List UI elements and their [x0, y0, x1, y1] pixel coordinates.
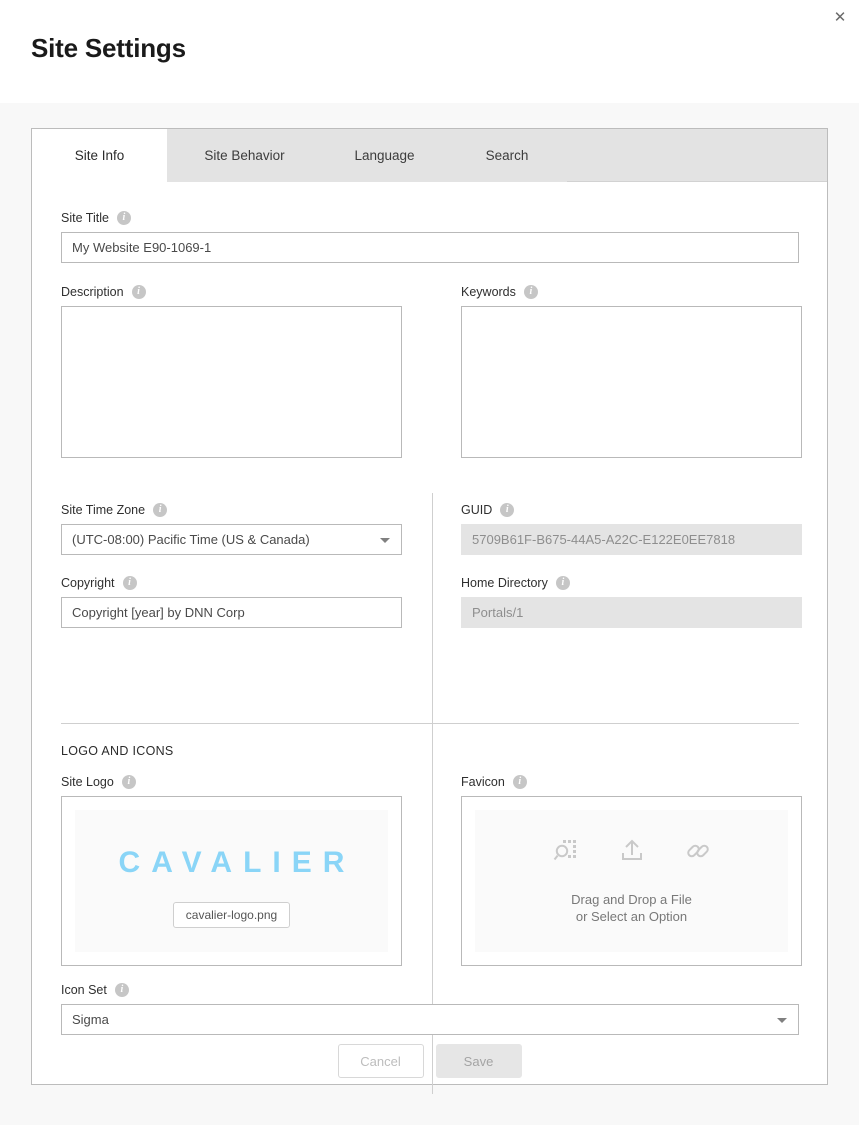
home-directory-label: Home Directory [461, 576, 548, 590]
description-label: Description [61, 285, 124, 299]
field-keywords: Keywords i [461, 285, 802, 463]
field-favicon: Favicon i Drag and Drop a File or Select… [461, 775, 802, 966]
upload-icon[interactable] [619, 838, 645, 869]
copyright-label: Copyright [61, 576, 115, 590]
favicon-dropzone[interactable]: Drag and Drop a File or Select an Option [461, 796, 802, 966]
save-button[interactable]: Save [435, 1044, 522, 1078]
icon-set-select-wrap: Sigma [61, 1004, 799, 1035]
tab-label: Language [354, 148, 415, 163]
guid-label: GUID [461, 503, 493, 517]
field-icon-set: Icon Set i Sigma [61, 983, 799, 1035]
field-guid: GUID i [461, 503, 802, 555]
field-site-logo: Site Logo i CAVALIER cavalier-logo.png [61, 775, 402, 966]
info-icon[interactable]: i [121, 775, 136, 789]
selected-value: Sigma [72, 1012, 109, 1027]
dialog-header: Site Settings ✕ [0, 0, 859, 103]
info-icon[interactable]: i [512, 775, 527, 789]
favicon-dropzone-text: Drag and Drop a File or Select an Option [571, 891, 692, 925]
site-title-input[interactable] [61, 232, 799, 263]
link-icon[interactable] [685, 838, 711, 869]
info-icon[interactable]: i [523, 285, 538, 299]
tab-language[interactable]: Language [322, 129, 447, 182]
site-time-zone-select[interactable]: (UTC-08:00) Pacific Time (US & Canada) [61, 524, 402, 555]
tab-site-behavior[interactable]: Site Behavior [167, 129, 322, 182]
site-logo-label: Site Logo [61, 775, 114, 789]
copyright-input[interactable] [61, 597, 402, 628]
guid-input [461, 524, 802, 555]
field-label: Favicon i [461, 775, 802, 789]
selected-value: (UTC-08:00) Pacific Time (US & Canada) [72, 532, 310, 547]
field-copyright: Copyright i [61, 576, 402, 628]
favicon-dropzone-actions [553, 838, 711, 869]
dropzone-line-1: Drag and Drop a File [571, 891, 692, 907]
info-icon[interactable]: i [131, 285, 146, 299]
field-label: Site Time Zone i [61, 503, 402, 517]
field-site-time-zone: Site Time Zone i (UTC-08:00) Pacific Tim… [61, 503, 402, 555]
field-label: Copyright i [61, 576, 402, 590]
tab-label: Site Info [74, 147, 125, 163]
keywords-label: Keywords [461, 285, 516, 299]
favicon-dropzone-inner: Drag and Drop a File or Select an Option [475, 810, 788, 952]
info-icon[interactable]: i [114, 983, 129, 997]
tab-label: Search [485, 148, 529, 163]
keywords-textarea[interactable] [461, 306, 802, 458]
info-icon[interactable]: i [555, 576, 570, 590]
field-description: Description i [61, 285, 402, 463]
field-site-title: Site Title i [61, 211, 799, 263]
field-label: Home Directory i [461, 576, 802, 590]
favicon-label: Favicon [461, 775, 505, 789]
site-logo-preview[interactable]: CAVALIER cavalier-logo.png [61, 796, 402, 966]
dropzone-line-2: or Select an Option [575, 908, 688, 924]
tab-bar: Site Info Site Behavior Language Search [32, 129, 827, 182]
field-label: Site Logo i [61, 775, 402, 789]
browse-file-icon[interactable] [553, 838, 579, 869]
site-logo-image-area: CAVALIER cavalier-logo.png [75, 810, 388, 952]
field-label: Description i [61, 285, 402, 299]
field-home-directory: Home Directory i [461, 576, 802, 628]
close-icon[interactable]: ✕ [827, 4, 853, 30]
field-label: Site Title i [61, 211, 799, 225]
section-divider [61, 723, 799, 724]
info-icon[interactable]: i [122, 576, 137, 590]
site-time-zone-select-wrap: (UTC-08:00) Pacific Time (US & Canada) [61, 524, 402, 555]
tab-site-info[interactable]: Site Info [32, 129, 167, 182]
settings-card: Site Info Site Behavior Language Search … [31, 128, 828, 1094]
site-time-zone-label: Site Time Zone [61, 503, 146, 517]
info-icon[interactable]: i [153, 503, 168, 517]
home-directory-input [461, 597, 802, 628]
field-label: GUID i [461, 503, 802, 517]
info-icon[interactable]: i [500, 503, 515, 517]
tab-search[interactable]: Search [447, 129, 567, 182]
site-logo-filename-chip[interactable]: cavalier-logo.png [172, 902, 291, 928]
icon-set-select[interactable]: Sigma [61, 1004, 799, 1035]
description-textarea[interactable] [61, 306, 402, 458]
tab-label: Site Behavior [204, 148, 285, 163]
cancel-button[interactable]: Cancel [337, 1044, 424, 1078]
field-label: Keywords i [461, 285, 802, 299]
icon-set-label: Icon Set [61, 983, 107, 997]
site-logo-image: CAVALIER [118, 846, 356, 879]
section-title-logo-and-icons: LOGO AND ICONS [61, 744, 174, 758]
field-label: Icon Set i [61, 983, 799, 997]
site-title-label: Site Title [61, 211, 109, 225]
page-title: Site Settings [31, 33, 186, 63]
info-icon[interactable]: i [116, 211, 131, 225]
form-actions: Cancel Save [32, 1044, 827, 1078]
